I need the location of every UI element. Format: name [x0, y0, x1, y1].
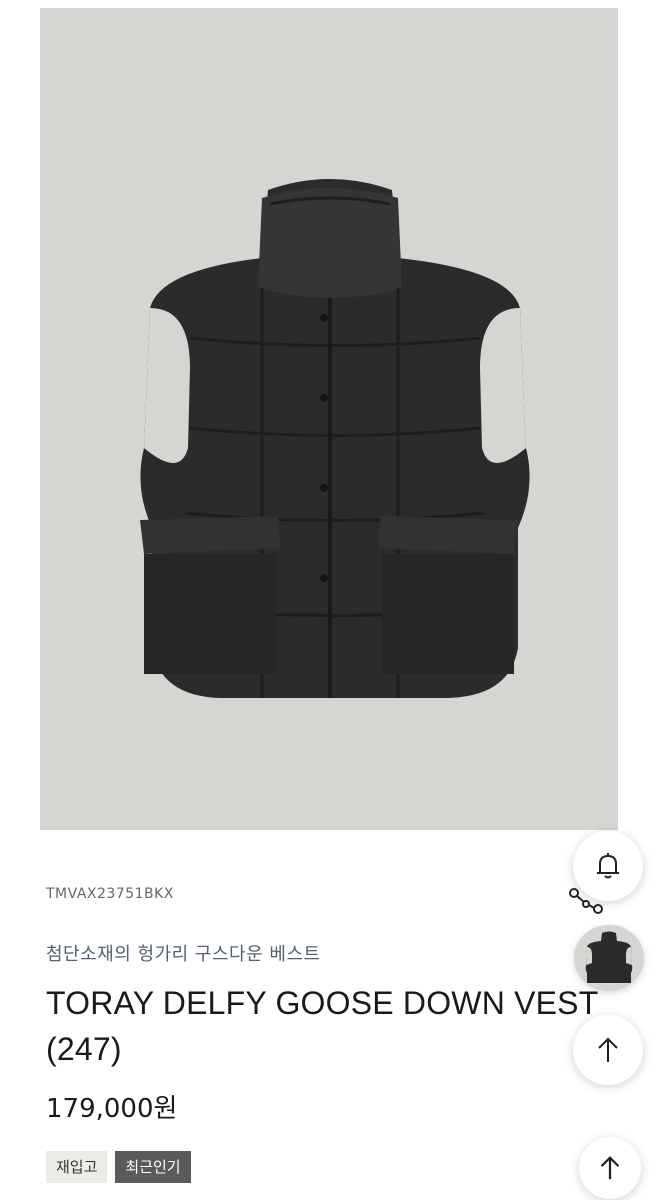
scroll-top-button[interactable] — [573, 1015, 643, 1085]
product-code: TMVAX23751BKX — [46, 886, 174, 902]
bell-icon — [597, 853, 619, 879]
scroll-top-button-bottom[interactable] — [579, 1137, 641, 1199]
arrow-up-icon — [598, 1037, 618, 1062]
product-price: 179,000원 — [46, 1094, 178, 1124]
recent-product-thumbnail[interactable] — [574, 925, 644, 991]
vest-photo — [40, 8, 618, 830]
badge-restock: 재입고 — [46, 1151, 108, 1183]
vest-thumbnail-icon — [574, 925, 644, 991]
product-subtitle: 첨단소재의 헝가리 구스다운 베스트 — [46, 944, 321, 965]
badge-popular: 최근인기 — [115, 1151, 191, 1183]
share-icon — [569, 888, 603, 914]
arrow-up-icon — [600, 1156, 620, 1180]
product-title: TORAY DELFY GOOSE DOWN VEST (247) — [46, 985, 598, 1067]
share-button[interactable] — [566, 884, 606, 918]
product-image[interactable] — [40, 8, 618, 830]
badge-list: 재입고 최근인기 — [46, 1151, 191, 1183]
